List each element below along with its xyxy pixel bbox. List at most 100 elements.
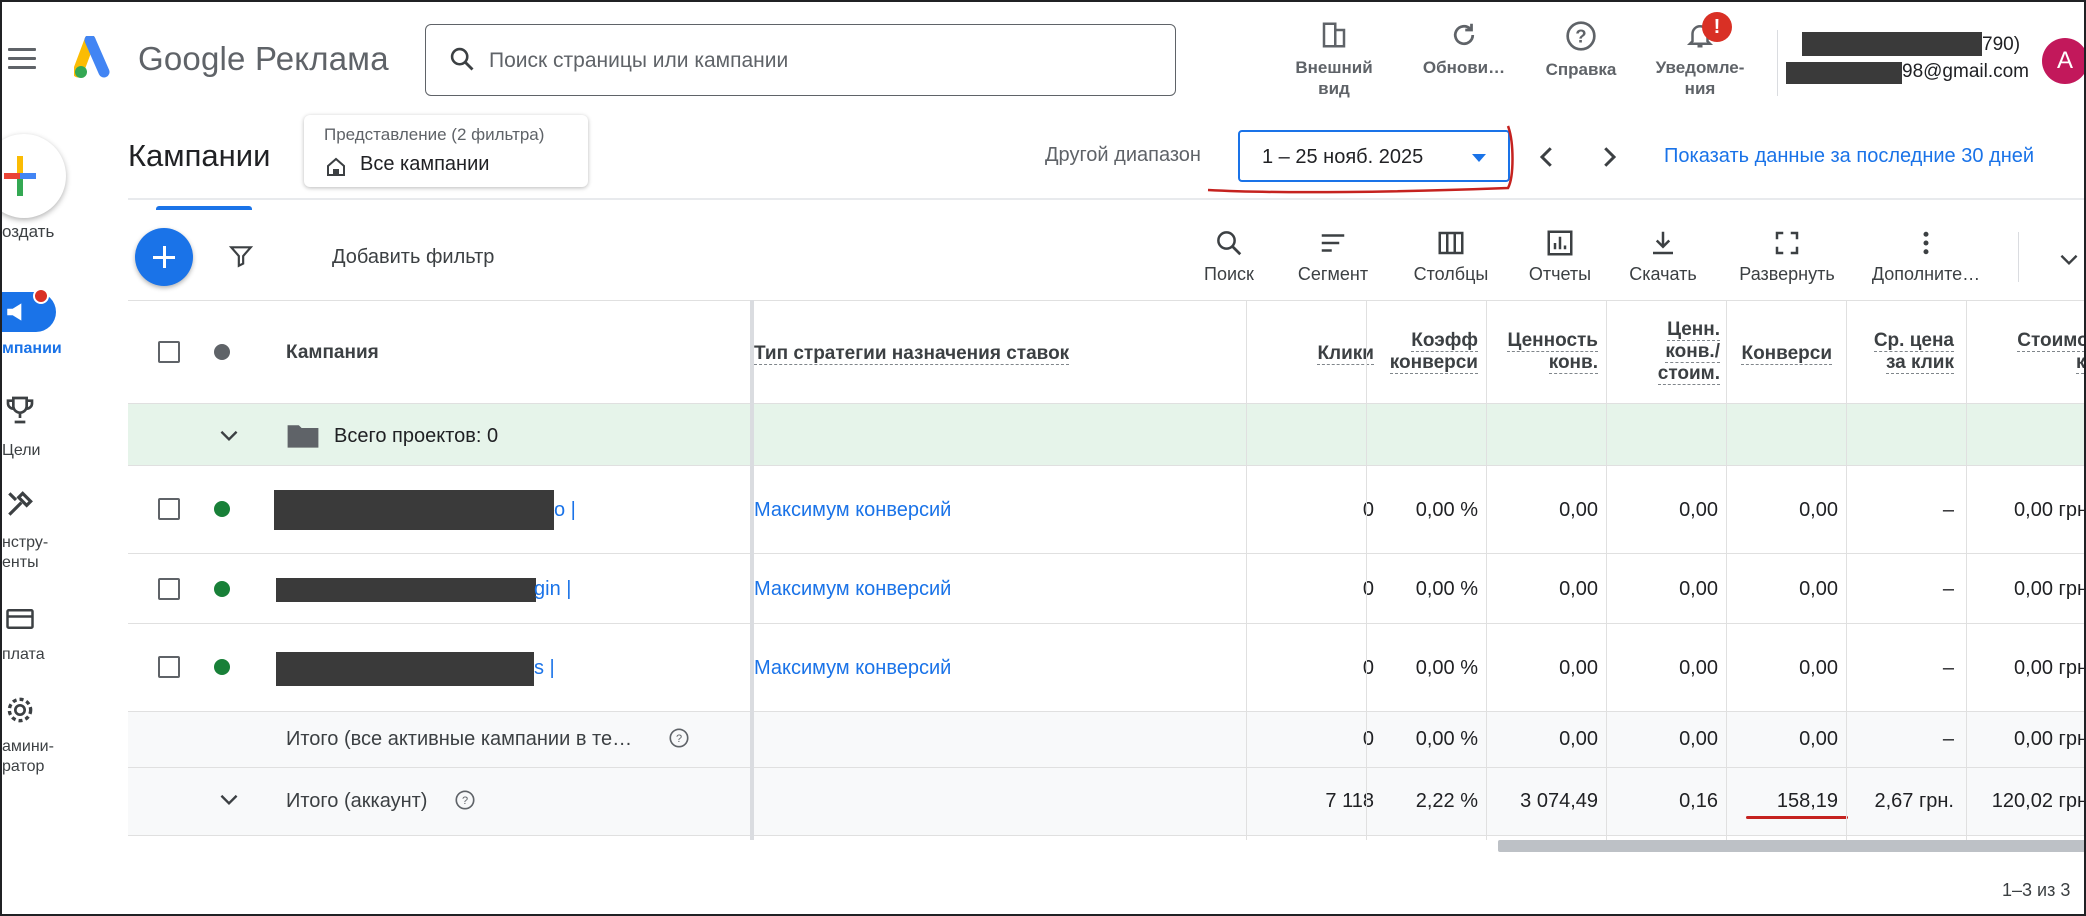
- status-enabled-dot: [214, 659, 230, 675]
- help-label: Справка: [1545, 60, 1617, 79]
- cell-conv-rate: 0,00 %: [1415, 499, 1478, 521]
- cell-avg-cpc: –: [1942, 499, 1954, 521]
- svg-text:?: ?: [676, 733, 682, 745]
- cell-conv-value: 0,00: [1559, 578, 1598, 600]
- search-input[interactable]: Поиск страницы или кампании: [425, 24, 1176, 96]
- horizontal-scrollbar[interactable]: [1498, 840, 2084, 852]
- tab-divider: [128, 198, 2084, 200]
- add-campaign-button[interactable]: [135, 228, 193, 286]
- select-all-checkbox[interactable]: [158, 341, 180, 363]
- create-button[interactable]: [2, 134, 66, 218]
- sidebar-admin-label-1: амини-: [2, 738, 54, 755]
- left-sidebar: оздать мпании Цели нстру- енты плата ами…: [2, 122, 128, 914]
- cell-clicks: 7 118: [1325, 790, 1374, 812]
- cell-clicks: 0: [1362, 728, 1374, 750]
- view-filter-count: Представление (2 фильтра): [324, 125, 545, 144]
- row-checkbox[interactable]: [158, 578, 180, 600]
- billing-card-icon[interactable]: [4, 604, 36, 634]
- campaign-name-link[interactable]: o |: [554, 499, 576, 522]
- toolbar-divider: [2018, 232, 2019, 282]
- folder-icon: [287, 425, 319, 448]
- column-divider: [1846, 300, 1847, 840]
- status-enabled-dot: [214, 501, 230, 517]
- refresh-button[interactable]: Обнови…: [1414, 20, 1514, 78]
- cell-conv-rate: 0,00 %: [1415, 728, 1478, 750]
- tool-segment[interactable]: Сегмент: [1288, 228, 1378, 285]
- top-bar: Google Реклама Поиск страницы или кампан…: [2, 2, 2084, 122]
- show-last-30-days-link[interactable]: Показать данные за последние 30 дней: [1664, 145, 2034, 168]
- cell-conv-rate: 2,22 %: [1415, 790, 1478, 812]
- search-placeholder: Поиск страницы или кампании: [489, 49, 789, 72]
- view-name: Все кампании: [360, 153, 490, 175]
- header-value-cost-3: стоим.: [1657, 363, 1720, 385]
- help-outline-icon[interactable]: ?: [454, 789, 476, 811]
- sidebar-goals-label: Цели: [2, 442, 41, 459]
- help-icon: ?: [1566, 21, 1596, 51]
- cell-cost: 0,00 грн: [2014, 657, 2086, 679]
- main-menu-icon[interactable]: [8, 48, 36, 69]
- cell-avg-cpc: –: [1942, 657, 1954, 679]
- header-cost-2: конв: [2075, 352, 2084, 374]
- tool-expand[interactable]: Развернуть: [1732, 228, 1842, 285]
- project-group-row[interactable]: Всего проектов: 0: [128, 404, 2084, 466]
- frozen-column-divider[interactable]: [750, 300, 754, 840]
- help-button[interactable]: ? Справка: [1534, 20, 1628, 80]
- column-divider: [1606, 300, 1607, 840]
- chevron-down-icon[interactable]: [216, 422, 242, 448]
- total-active-row: Итого (все активные кампании в те… ? 0 0…: [128, 712, 2084, 768]
- header-campaign-text: Кампания: [286, 342, 379, 363]
- campaign-name-link[interactable]: s |: [534, 657, 555, 680]
- red-annotation-date: [1207, 125, 1514, 194]
- tool-download[interactable]: Скачать: [1622, 228, 1704, 285]
- search-icon: [1217, 231, 1242, 256]
- tool-more-label: Дополните…: [1871, 264, 1981, 284]
- help-outline-icon[interactable]: ?: [668, 727, 690, 749]
- strategy-link[interactable]: Максимум конверсий: [754, 578, 951, 601]
- notifications-button[interactable]: Уведомле- ния: [1644, 20, 1756, 99]
- redacted-campaign-name: [276, 652, 534, 686]
- tool-columns[interactable]: Столбцы: [1404, 228, 1498, 285]
- view-selector[interactable]: Представление (2 фильтра) Все кампании: [304, 115, 588, 187]
- filter-icon[interactable]: [228, 243, 254, 269]
- brand-name: Google Реклама: [138, 40, 389, 77]
- cell-value-cost: 0,00: [1679, 578, 1718, 600]
- chevron-right-icon[interactable]: [1594, 142, 1624, 172]
- strategy-link[interactable]: Максимум конверсий: [754, 499, 951, 522]
- avatar[interactable]: A: [2042, 38, 2084, 84]
- sidebar-billing-label: плата: [2, 646, 45, 663]
- cell-conv-value: 0,00: [1559, 728, 1598, 750]
- chevron-left-icon[interactable]: [1532, 142, 1562, 172]
- svg-text:?: ?: [462, 795, 468, 807]
- sidebar-tools-label-1: нстру-: [2, 534, 49, 551]
- row-checkbox[interactable]: [158, 498, 180, 520]
- chevron-down-icon[interactable]: [216, 786, 242, 812]
- account-email-suffix: 98@gmail.com: [1902, 61, 2029, 82]
- appearance-icon: [1322, 22, 1346, 48]
- sidebar-admin-label-2: ратор: [2, 758, 45, 775]
- cell-conversions: 0,00: [1799, 657, 1838, 679]
- tool-search[interactable]: Поиск: [1194, 228, 1264, 285]
- notification-badge: !: [1702, 12, 1732, 42]
- cell-avg-cpc: –: [1942, 728, 1954, 750]
- tool-reports[interactable]: Отчеты: [1520, 228, 1600, 285]
- cell-value-cost: 0,00: [1679, 499, 1718, 521]
- cell-value-cost: 0,00: [1679, 728, 1718, 750]
- campaign-name-link[interactable]: gin |: [534, 578, 571, 601]
- tools-icon[interactable]: [4, 488, 36, 520]
- tool-more[interactable]: Дополните…: [1868, 228, 1984, 285]
- gear-icon[interactable]: [4, 694, 36, 726]
- google-ads-logo-icon: [74, 36, 110, 78]
- cell-value-cost: 0,00: [1679, 657, 1718, 679]
- strategy-link[interactable]: Максимум конверсий: [754, 657, 951, 680]
- chevron-down-icon[interactable]: [2056, 246, 2082, 272]
- cell-avg-cpc: 2,67 грн.: [1874, 790, 1954, 812]
- add-filter-button[interactable]: Добавить фильтр: [332, 246, 494, 269]
- row-checkbox[interactable]: [158, 656, 180, 678]
- cell-conv-rate: 0,00 %: [1415, 657, 1478, 679]
- trophy-icon[interactable]: [4, 394, 36, 426]
- appearance-button[interactable]: Внешний вид: [1286, 20, 1382, 99]
- redacted-campaign-name: [274, 490, 554, 530]
- total-account-label: Итого (аккаунт): [286, 790, 428, 812]
- header-conv-rate-1: Коэфф: [1411, 330, 1478, 352]
- header-conv-rate-2: конверси: [1389, 352, 1478, 374]
